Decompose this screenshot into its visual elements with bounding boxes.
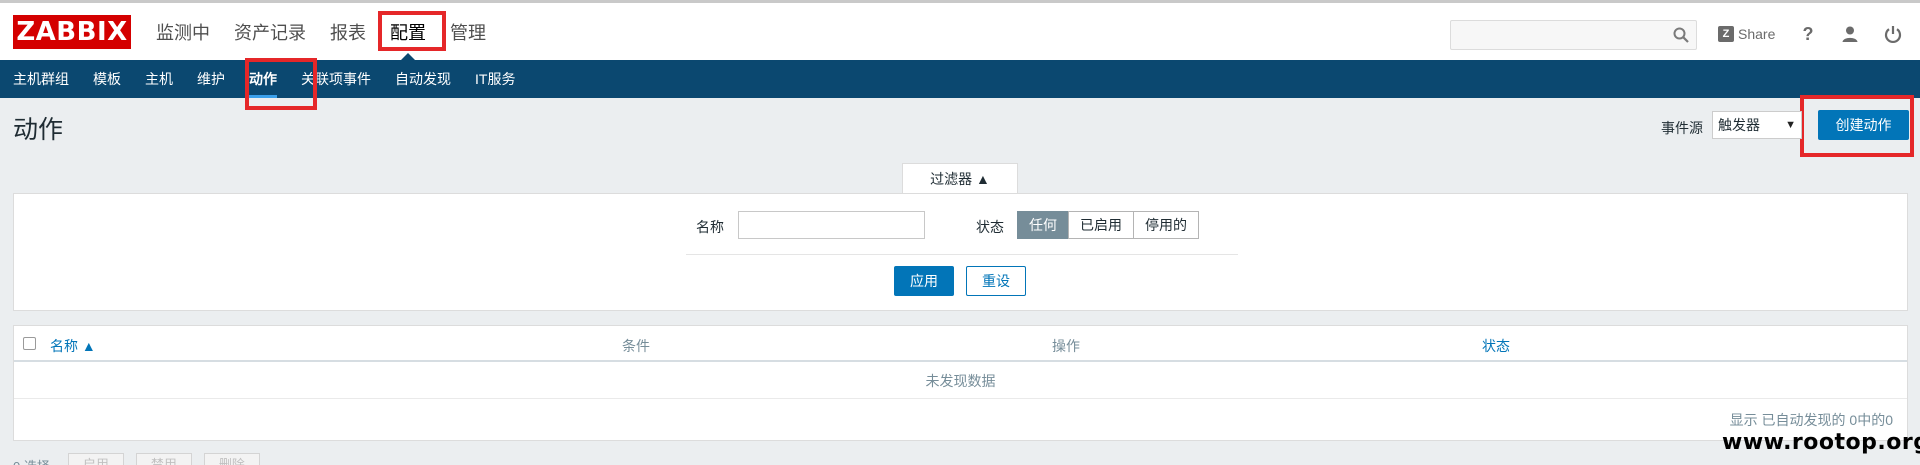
main-menu-item-configuration[interactable]: 配置 bbox=[390, 19, 426, 62]
event-source-value: 触发器 bbox=[1718, 117, 1760, 133]
column-header-status[interactable]: 状态 bbox=[1482, 336, 1510, 356]
empty-table-message: 未发现数据 bbox=[14, 363, 1907, 399]
status-option-any[interactable]: 任何 bbox=[1017, 211, 1069, 239]
event-source-label: 事件源 bbox=[1661, 120, 1703, 136]
zabbix-logo[interactable]: ZABBIX bbox=[13, 15, 131, 49]
sub-menu-item-actions[interactable]: 动作 bbox=[249, 69, 277, 98]
filter-name-label: 名称 bbox=[696, 219, 724, 235]
column-header-conditions: 条件 bbox=[622, 338, 650, 354]
filter-tab[interactable]: 过滤器 ▲ bbox=[902, 163, 1018, 194]
event-source-select[interactable]: 触发器 ▼ bbox=[1712, 111, 1802, 139]
sub-menu-item-it-services[interactable]: IT服务 bbox=[475, 69, 515, 89]
top-bar: ZABBIX 监测中 资产记录 报表 配置 管理 Z Share ? bbox=[0, 0, 1920, 62]
selected-count: 0 选择 bbox=[13, 456, 50, 465]
search-input[interactable] bbox=[1450, 20, 1697, 50]
share-badge-icon: Z bbox=[1718, 26, 1734, 42]
mass-disable-button[interactable]: 禁用 bbox=[135, 453, 192, 465]
main-menu-item-monitoring[interactable]: 监测中 bbox=[156, 19, 210, 45]
select-all-checkbox[interactable] bbox=[23, 337, 36, 350]
site-watermark: www.rootop.org bbox=[1722, 430, 1920, 455]
mass-delete-button[interactable]: 删除 bbox=[203, 453, 260, 465]
table-header-row: 名称 ▲ 条件 操作 状态 bbox=[14, 326, 1907, 362]
main-menu: 监测中 资产记录 报表 配置 管理 bbox=[156, 3, 510, 62]
sub-menu-item-discovery[interactable]: 自动发现 bbox=[395, 69, 451, 89]
main-menu-item-inventory[interactable]: 资产记录 bbox=[234, 19, 306, 45]
sub-menu: 主机群组 模板 主机 维护 动作 关联项事件 自动发现 IT服务 bbox=[0, 60, 1920, 98]
create-action-button[interactable]: 创建动作 bbox=[1818, 110, 1909, 140]
sub-menu-item-host-groups[interactable]: 主机群组 bbox=[13, 69, 69, 89]
power-icon[interactable] bbox=[1883, 24, 1903, 44]
sub-menu-item-hosts[interactable]: 主机 bbox=[145, 69, 173, 89]
filter-status-label: 状态 bbox=[976, 219, 1004, 235]
mass-actions-bar: 0 选择 启用 禁用 删除 bbox=[13, 453, 272, 465]
sub-menu-item-templates[interactable]: 模板 bbox=[93, 69, 121, 89]
status-option-enabled[interactable]: 已启用 bbox=[1068, 211, 1134, 239]
main-menu-item-administration[interactable]: 管理 bbox=[450, 19, 486, 45]
share-button[interactable]: Z Share bbox=[1718, 25, 1775, 43]
chevron-down-icon: ▼ bbox=[1785, 119, 1796, 131]
sub-menu-item-correlation[interactable]: 关联项事件 bbox=[301, 69, 371, 89]
sub-menu-item-maintenance[interactable]: 维护 bbox=[197, 69, 225, 89]
filter-panel bbox=[13, 193, 1908, 311]
user-icon[interactable] bbox=[1840, 24, 1860, 44]
page-title: 动作 bbox=[13, 116, 64, 144]
actions-table: 名称 ▲ 条件 操作 状态 未发现数据 显示 已自动发现的 0中的0 bbox=[13, 325, 1908, 441]
filter-name-input[interactable] bbox=[738, 211, 925, 239]
filter-divider bbox=[686, 254, 1238, 255]
apply-button[interactable]: 应用 bbox=[894, 266, 954, 296]
main-menu-item-reports[interactable]: 报表 bbox=[330, 19, 366, 45]
share-label: Share bbox=[1738, 26, 1776, 42]
mass-enable-button[interactable]: 启用 bbox=[67, 453, 124, 465]
search-icon[interactable] bbox=[1672, 26, 1690, 44]
column-header-name[interactable]: 名称 ▲ bbox=[50, 336, 96, 356]
reset-button[interactable]: 重设 bbox=[966, 266, 1026, 296]
status-segmented-control: 任何 已启用 停用的 bbox=[1017, 211, 1199, 239]
help-icon[interactable]: ? bbox=[1798, 24, 1818, 44]
status-option-disabled[interactable]: 停用的 bbox=[1133, 211, 1199, 239]
column-header-operations: 操作 bbox=[1052, 338, 1080, 354]
paging-summary: 显示 已自动发现的 0中的0 bbox=[1729, 412, 1893, 428]
